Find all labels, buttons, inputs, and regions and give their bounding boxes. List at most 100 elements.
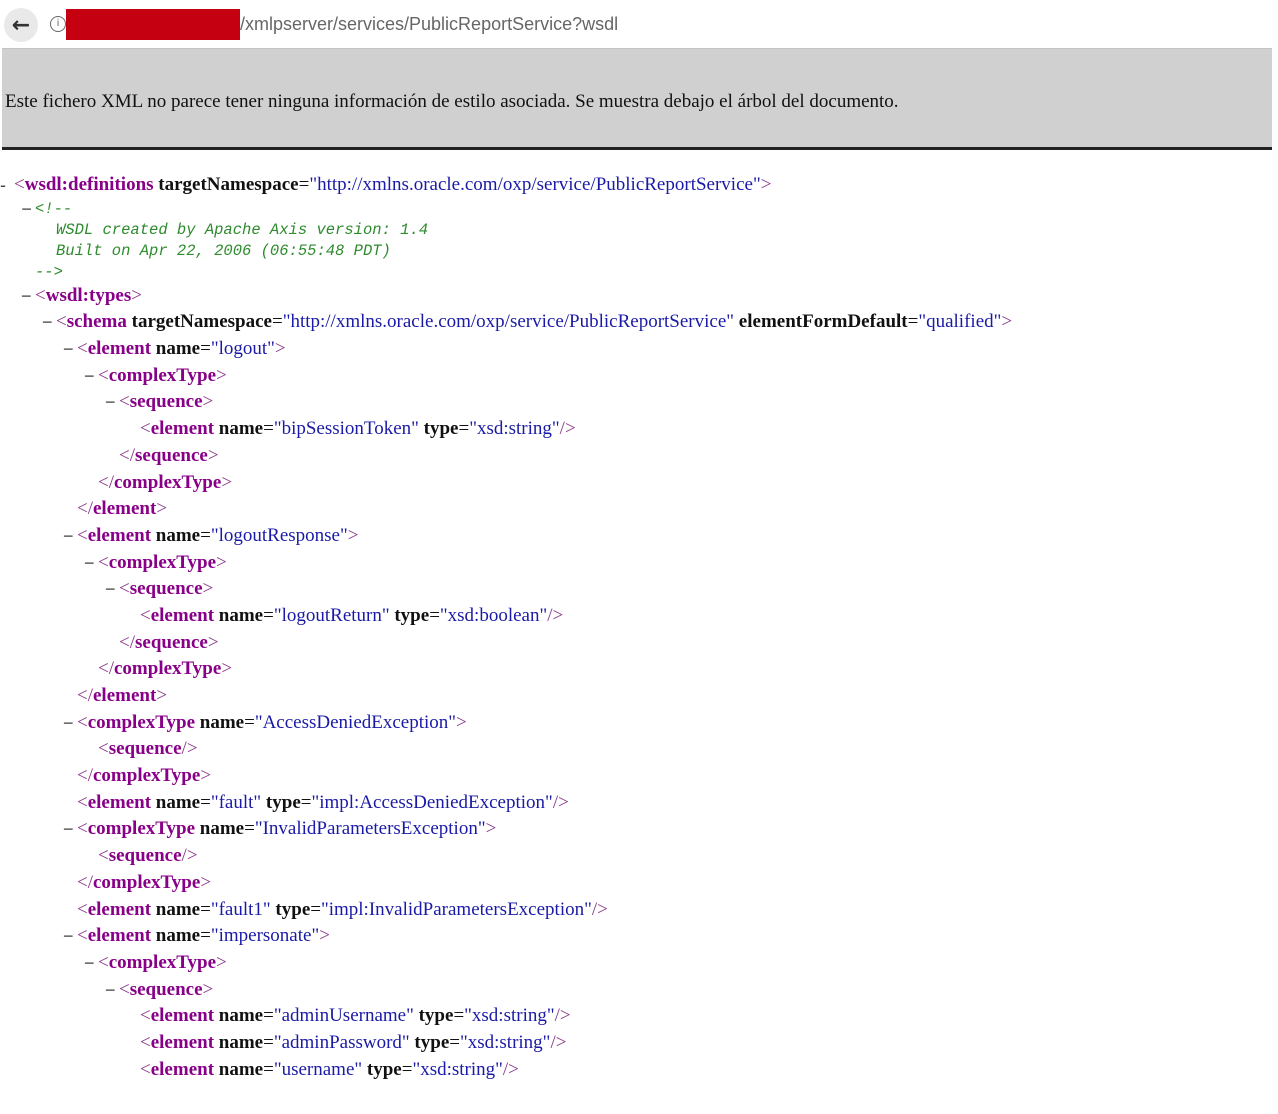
attr-value: "http://xmlns.oracle.com/oxp/service/Pub… [282,311,735,333]
collapse-toggle-icon[interactable]: − [63,816,74,843]
attr-equals: = [263,418,274,440]
comment-text: Built on Apr 22, 2006 (06:55:48 PDT) [56,241,391,260]
tag-bracket: /> [550,1031,567,1053]
tag-bracket: > [485,818,497,840]
xml-line-content: <element name="username" type="xsd:strin… [140,1057,519,1084]
collapse-toggle-icon[interactable]: - [0,172,6,199]
tag-bracket: > [274,338,286,360]
tag-name: sequence [135,444,208,466]
tag-bracket: < [119,578,130,600]
xml-line-content: </complexType> [77,763,211,790]
tag-name: element [150,1031,215,1053]
attr-name: targetNamespace [158,174,299,195]
tag-name: complexType [87,818,196,840]
tag-bracket: < [77,898,88,920]
xml-line-content: <sequence/> [98,736,198,763]
xml-line-content: <schema targetNamespace="http://xmlns.or… [56,309,1012,336]
attr-equals: = [244,818,255,840]
xml-line: <sequence/> [0,736,1270,763]
tag-bracket: > [202,391,214,413]
xml-line-content: </sequence> [119,443,219,470]
collapse-toggle-icon[interactable]: − [84,950,95,977]
collapse-toggle-icon[interactable]: − [84,363,95,390]
tag-bracket: < [140,418,151,440]
collapse-toggle-icon[interactable]: − [84,550,95,577]
collapse-toggle-icon[interactable]: − [63,923,74,950]
tag-name: wsdl:types [45,284,132,306]
xml-line-content: <element name="fault1" type="impl:Invali… [77,897,608,924]
attr-name: elementFormDefault [738,311,908,333]
collapse-toggle-icon[interactable]: − [105,389,116,416]
xml-line: </sequence> [0,630,1270,657]
xml-line-content: <wsdl:definitions targetNamespace="http:… [14,172,771,199]
xml-line: − <complexType> [0,950,1270,977]
attr-equals: = [263,1005,274,1027]
xml-line-content: <!-- [35,199,72,220]
attr-name: type [414,1031,450,1053]
tag-bracket: < [98,951,109,973]
attr-value: "impersonate" [210,925,320,947]
address-bar: ← i /xmlpserver/services/PublicReportSer… [0,0,1278,48]
tag-bracket: < [98,551,109,573]
tag-bracket: /> [547,604,564,626]
xml-line: − <complexType name="AccessDeniedExceptio… [0,710,1270,737]
tag-name: complexType [114,471,222,493]
tag-bracket: > [202,578,214,600]
xml-comment-line: Built on Apr 22, 2006 (06:55:48 PDT) [0,241,1270,262]
tag-bracket: </ [119,631,135,653]
attr-value: "logout" [210,338,275,360]
attr-equals: = [244,711,255,733]
xml-line: </complexType> [0,656,1270,683]
tag-bracket: < [77,791,88,813]
divider [2,147,1272,150]
attr-name: name [218,1058,264,1080]
tag-bracket: > [202,978,214,1000]
collapse-toggle-icon[interactable]: − [42,309,53,336]
tag-bracket: < [140,604,151,626]
tag-name: complexType [108,951,217,973]
xml-line-content: <complexType> [98,950,227,977]
collapse-toggle-icon[interactable]: − [21,199,32,220]
tag-bracket: < [140,1058,151,1080]
attr-equals: = [458,418,470,440]
tag-bracket: < [98,364,109,386]
xml-line: <element name="fault" type="impl:AccessD… [0,790,1270,817]
collapse-toggle-icon[interactable]: − [105,977,116,1004]
attr-value: "http://xmlns.oracle.com/oxp/service/Pub… [309,174,761,195]
attr-name: name [218,418,264,440]
xml-line: − <complexType> [0,363,1270,390]
xml-line: − <wsdl:types> [0,283,1270,310]
tag-name: complexType [114,658,222,680]
collapse-toggle-icon[interactable]: − [21,283,32,310]
xml-line: <element name="fault1" type="impl:Invali… [0,897,1270,924]
tag-bracket: > [156,498,168,520]
attr-name: name [155,925,201,947]
tag-name: sequence [135,631,208,653]
xml-line: − <complexType> [0,550,1270,577]
xml-line: − <sequence> [0,576,1270,603]
attr-equals: = [263,1031,274,1053]
tag-bracket: </ [98,658,114,680]
tag-name: element [87,791,152,813]
tag-bracket: < [119,978,130,1000]
attr-name: name [155,791,201,813]
tag-bracket: < [77,711,88,733]
tag-bracket: < [35,284,46,306]
back-arrow-icon[interactable]: ← [4,8,38,42]
xml-line-content: <element name="impersonate"> [77,923,330,950]
attr-equals: = [429,604,440,626]
collapse-toggle-icon[interactable]: − [63,336,74,363]
attr-value: "username" [273,1058,363,1080]
collapse-toggle-icon[interactable]: − [63,523,74,550]
tag-name: complexType [108,551,217,573]
collapse-toggle-icon[interactable]: − [63,710,74,737]
info-icon[interactable]: i [50,16,66,32]
tag-bracket: > [221,658,233,680]
attr-equals: = [401,1058,413,1080]
tag-name: sequence [129,391,203,413]
attr-equals: = [453,1005,465,1027]
collapse-toggle-icon[interactable]: − [105,576,116,603]
tag-bracket: < [140,1031,151,1053]
url-text[interactable]: /xmlpserver/services/PublicReportService… [240,14,618,35]
tag-bracket: </ [119,444,135,466]
